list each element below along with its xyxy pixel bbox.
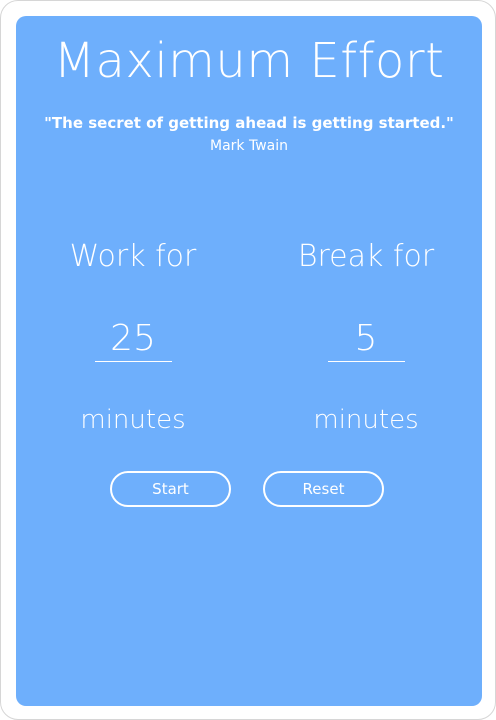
page-title: Maximum Effort xyxy=(53,33,445,89)
break-unit-label: minutes xyxy=(313,405,419,435)
break-section: Break for 5 minutes xyxy=(266,234,466,438)
work-unit-label: minutes xyxy=(80,405,186,435)
reset-button[interactable]: Reset xyxy=(263,471,384,507)
break-label: Break for xyxy=(297,239,435,274)
start-button[interactable]: Start xyxy=(110,471,231,507)
quote-text: "The secret of getting ahead is getting … xyxy=(44,114,454,132)
break-minutes-input[interactable]: 5 xyxy=(327,319,405,362)
work-label: Work for xyxy=(69,239,197,274)
app-frame: Maximum Effort "The secret of getting ah… xyxy=(0,0,496,720)
work-minutes-input[interactable]: 25 xyxy=(94,319,172,362)
work-section: Work for 25 minutes xyxy=(33,234,233,438)
quote-author: Mark Twain xyxy=(210,138,288,154)
timer-card: Maximum Effort "The secret of getting ah… xyxy=(16,16,482,706)
